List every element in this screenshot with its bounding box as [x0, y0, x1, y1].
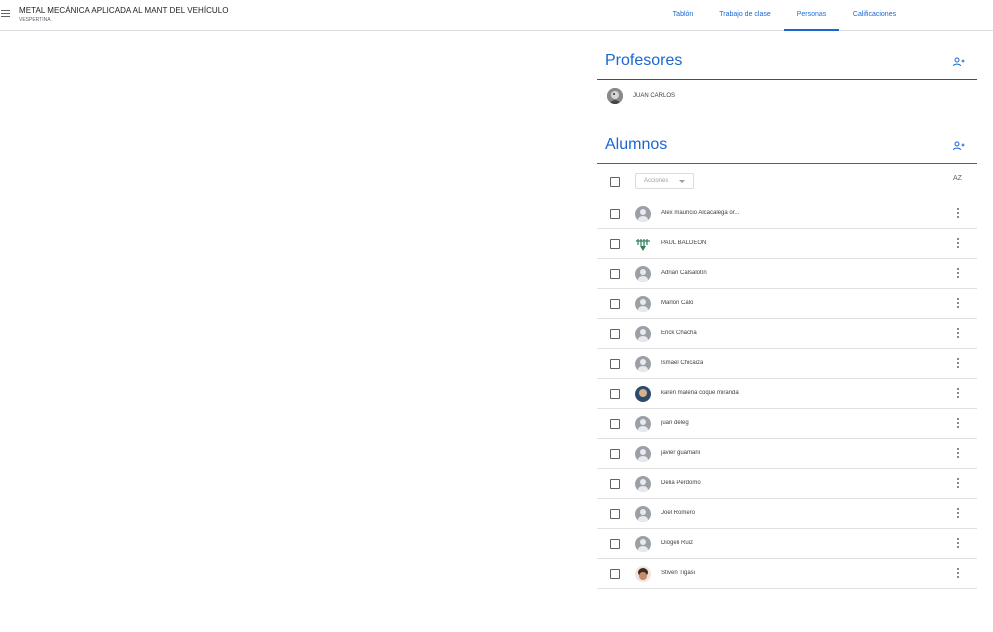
- tab-people[interactable]: Personas: [784, 0, 839, 31]
- avatar: [635, 416, 651, 432]
- avatar: [635, 476, 651, 492]
- class-title[interactable]: METAL MECÁNICA APLICADA AL MANT DEL VEHÍ…: [19, 6, 229, 15]
- more-vertical-icon[interactable]: [955, 268, 961, 280]
- more-vertical-icon[interactable]: [955, 418, 961, 430]
- avatar: [635, 206, 651, 222]
- actions-label: Acciones: [644, 178, 669, 184]
- students-heading: Alumnos: [605, 136, 668, 153]
- teachers-heading: Profesores: [605, 52, 683, 69]
- student-name: Marlon Calo: [661, 300, 694, 306]
- avatar: [635, 386, 651, 402]
- student-name: Alex mauricio Alcacalega or...: [661, 210, 740, 216]
- actions-dropdown[interactable]: Acciones: [635, 173, 694, 189]
- student-row[interactable]: Delia Perdomo: [597, 469, 977, 499]
- class-section: VESPERTINA: [19, 17, 51, 23]
- tab-stream[interactable]: Tablón: [664, 0, 702, 31]
- student-row[interactable]: Diogeli Ruiz: [597, 529, 977, 559]
- avatar: [635, 266, 651, 282]
- avatar: [635, 536, 651, 552]
- student-name: Erick Chacha: [661, 330, 697, 336]
- student-row[interactable]: Alex mauricio Alcacalega or...: [597, 199, 977, 229]
- student-checkbox[interactable]: [610, 329, 620, 339]
- student-row[interactable]: javier guamani: [597, 439, 977, 469]
- more-vertical-icon[interactable]: [955, 298, 961, 310]
- student-checkbox[interactable]: [610, 269, 620, 279]
- more-vertical-icon[interactable]: [955, 448, 961, 460]
- tab-grades-label: Calificaciones: [852, 11, 897, 18]
- avatar: [635, 356, 651, 372]
- student-checkbox[interactable]: [610, 239, 620, 249]
- student-checkbox[interactable]: [610, 569, 620, 579]
- student-checkbox[interactable]: [610, 389, 620, 399]
- caret-down-icon: [679, 180, 685, 183]
- student-row[interactable]: Adrian Calsalotín: [597, 259, 977, 289]
- avatar: [635, 326, 651, 342]
- avatar: [635, 236, 651, 252]
- student-name: Ismael Chicaiza: [661, 360, 704, 366]
- more-vertical-icon[interactable]: [955, 568, 961, 580]
- student-row[interactable]: PAÚL BALDEÓN: [597, 229, 977, 259]
- add-student-icon[interactable]: [953, 141, 965, 151]
- tab-people-label: Personas: [796, 11, 827, 18]
- hamburger-menu-icon[interactable]: [1, 10, 10, 19]
- tab-classwork[interactable]: Trabajo de clase: [712, 0, 778, 31]
- tab-stream-label: Tablón: [672, 11, 694, 18]
- student-row[interactable]: Erick Chacha: [597, 319, 977, 349]
- student-checkbox[interactable]: [610, 359, 620, 369]
- student-checkbox[interactable]: [610, 299, 620, 309]
- student-checkbox[interactable]: [610, 419, 620, 429]
- teacher-name: JUAN CARLOS: [633, 93, 676, 99]
- students-divider: [597, 163, 977, 164]
- student-name: PAÚL BALDEÓN: [661, 240, 707, 246]
- top-bar: METAL MECÁNICA APLICADA AL MANT DEL VEHÍ…: [0, 0, 993, 31]
- student-row[interactable]: Ismael Chicaiza: [597, 349, 977, 379]
- student-row[interactable]: Marlon Calo: [597, 289, 977, 319]
- more-vertical-icon[interactable]: [955, 208, 961, 220]
- student-checkbox[interactable]: [610, 449, 620, 459]
- more-vertical-icon[interactable]: [955, 238, 961, 250]
- avatar: [635, 446, 651, 462]
- student-name: javier guamani: [661, 450, 701, 456]
- avatar: [607, 88, 623, 104]
- tab-grades[interactable]: Calificaciones: [846, 0, 903, 31]
- student-row[interactable]: Joel Romero: [597, 499, 977, 529]
- student-name: juan deleg: [661, 420, 689, 426]
- student-checkbox[interactable]: [610, 209, 620, 219]
- more-vertical-icon[interactable]: [955, 478, 961, 490]
- student-checkbox[interactable]: [610, 509, 620, 519]
- sort-az-icon[interactable]: AZ: [953, 175, 962, 182]
- student-name: karen malena coque miranda: [661, 390, 739, 396]
- more-vertical-icon[interactable]: [955, 358, 961, 370]
- student-row[interactable]: karen malena coque miranda: [597, 379, 977, 409]
- student-checkbox[interactable]: [610, 539, 620, 549]
- student-row[interactable]: Stiven Tigasi: [597, 559, 977, 589]
- avatar: [635, 506, 651, 522]
- student-name: Diogeli Ruiz: [661, 540, 694, 546]
- student-name: Delia Perdomo: [661, 480, 701, 486]
- student-name: Stiven Tigasi: [661, 570, 696, 576]
- student-row[interactable]: juan deleg: [597, 409, 977, 439]
- teachers-divider: [597, 79, 977, 80]
- more-vertical-icon[interactable]: [955, 538, 961, 550]
- more-vertical-icon[interactable]: [955, 508, 961, 520]
- student-name: Joel Romero: [661, 510, 696, 516]
- student-name: Adrian Calsalotín: [661, 270, 707, 276]
- more-vertical-icon[interactable]: [955, 388, 961, 400]
- select-all-checkbox[interactable]: [610, 177, 620, 187]
- avatar: [635, 296, 651, 312]
- avatar: [635, 566, 651, 582]
- more-vertical-icon[interactable]: [955, 328, 961, 340]
- tab-classwork-label: Trabajo de clase: [719, 11, 771, 18]
- add-teacher-icon[interactable]: [953, 57, 965, 67]
- student-checkbox[interactable]: [610, 479, 620, 489]
